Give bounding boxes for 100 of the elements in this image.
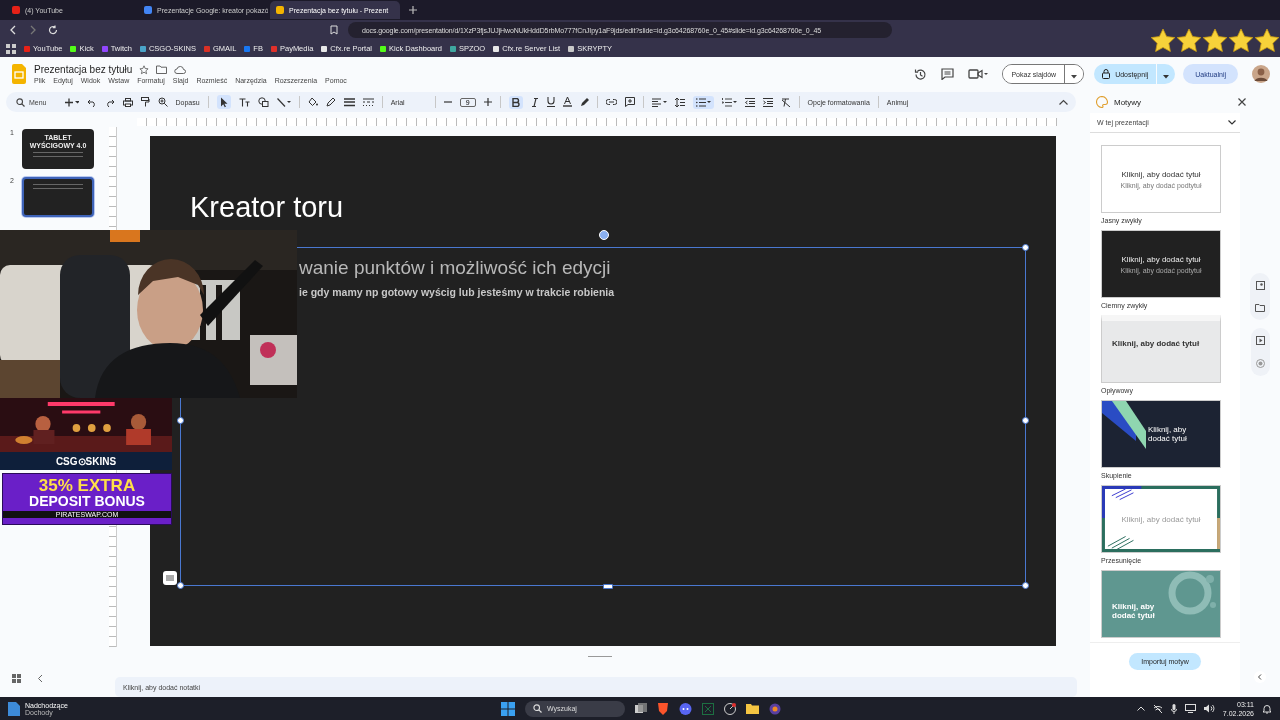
- line-icon[interactable]: [276, 97, 291, 107]
- resize-handle[interactable]: [1022, 244, 1029, 251]
- new-tab-icon[interactable]: [408, 5, 418, 15]
- folder-icon[interactable]: [746, 703, 759, 714]
- clear-formatting-icon[interactable]: [780, 97, 791, 107]
- increase-indent-icon[interactable]: [762, 97, 773, 107]
- pen-icon[interactable]: [325, 97, 336, 107]
- forward-icon[interactable]: [28, 25, 38, 35]
- border-dash-icon[interactable]: [362, 97, 374, 107]
- cloud-icon[interactable]: [174, 65, 187, 74]
- back-icon[interactable]: [8, 25, 18, 35]
- folder-icon[interactable]: [156, 65, 168, 74]
- slide-title[interactable]: Kreator toru: [180, 191, 1026, 224]
- start-icon[interactable]: [501, 701, 515, 716]
- bold-button[interactable]: [508, 95, 523, 109]
- add-comment-icon[interactable]: [624, 97, 635, 107]
- redo-icon[interactable]: [104, 97, 115, 107]
- document-title[interactable]: Prezentacja bez tytułu: [34, 64, 133, 75]
- resize-handle[interactable]: [1022, 416, 1029, 424]
- star-icon: [1176, 28, 1202, 52]
- caret-icon: [1163, 74, 1170, 79]
- theme-preview[interactable]: Kliknij, aby dodać tytuł: [1101, 315, 1221, 383]
- rotate-handle[interactable]: [599, 230, 609, 240]
- highlight-icon[interactable]: [579, 97, 589, 107]
- print-icon[interactable]: [122, 97, 133, 107]
- link-icon[interactable]: [605, 99, 617, 105]
- close-icon[interactable]: [1238, 98, 1246, 106]
- search-icon: [16, 97, 25, 107]
- border-weight-icon[interactable]: [343, 97, 355, 107]
- expand-panel-icon[interactable]: [1254, 671, 1266, 683]
- lion-browser-icon[interactable]: [657, 701, 669, 716]
- monitor-icon[interactable]: [1184, 704, 1196, 713]
- theme-preview[interactable]: Kliknij, aby dodać tytuł: [1101, 400, 1221, 468]
- record-icon[interactable]: [1255, 359, 1265, 368]
- numbered-list-icon[interactable]: [721, 97, 737, 107]
- fill-color-icon[interactable]: [307, 97, 318, 107]
- bold-icon: [511, 97, 520, 107]
- decrease-indent-icon[interactable]: [744, 97, 755, 107]
- theme-preview-title: Kliknij, aby dodać tytuł: [1121, 254, 1201, 264]
- zoom-icon[interactable]: [157, 97, 168, 107]
- spreadsheet-icon[interactable]: [702, 702, 714, 715]
- app-icon[interactable]: [769, 702, 781, 715]
- notification-bell-icon[interactable]: [1262, 703, 1272, 714]
- bookmark-icon[interactable]: [330, 25, 338, 35]
- new-slide-icon[interactable]: [64, 97, 79, 107]
- text-color-icon[interactable]: [562, 97, 572, 107]
- network-icon[interactable]: [1152, 703, 1163, 714]
- shapes-icon[interactable]: [257, 97, 269, 107]
- folder-icon[interactable]: [1255, 304, 1265, 312]
- caret-icon: [1071, 74, 1078, 79]
- resize-handle[interactable]: [603, 584, 613, 589]
- theme-preview-title: Kliknij, aby dodać tytuł: [1121, 514, 1201, 524]
- chat-icon[interactable]: [679, 702, 692, 715]
- italic-icon[interactable]: [530, 97, 539, 107]
- plus-icon[interactable]: [483, 98, 492, 106]
- stripe-decoration: [1102, 401, 1146, 449]
- select-cursor-icon[interactable]: [216, 95, 231, 109]
- star-outline-icon[interactable]: [139, 64, 150, 75]
- resize-handle[interactable]: [1022, 582, 1029, 589]
- slide-heading: wanie punktów i możliwość ich edycji: [299, 257, 612, 279]
- task-view-icon[interactable]: [635, 702, 647, 715]
- ring-decoration: [1168, 571, 1216, 615]
- theme-preview-title: Kliknij, aby dodać tytuł: [1121, 169, 1201, 179]
- reload-icon[interactable]: [48, 25, 58, 35]
- lock-icon: [1102, 69, 1111, 79]
- slide-body-text: ie gdy mamy np gotowy wyścig lub jesteśmy w trakcie robienia: [299, 286, 616, 298]
- resize-handle[interactable]: [177, 416, 184, 424]
- star-icon: [1254, 28, 1280, 52]
- speaker-icon[interactable]: [1203, 704, 1215, 713]
- collapse-icon[interactable]: [1059, 99, 1068, 105]
- star-icon: [1202, 28, 1228, 52]
- paint-format-icon[interactable]: [140, 97, 150, 107]
- ad-headline: 35% EXTRA: [38, 478, 136, 494]
- slideshow-dropdown[interactable]: [1065, 65, 1084, 83]
- history-icon[interactable]: [914, 67, 928, 81]
- text-box-icon[interactable]: [238, 97, 250, 107]
- avatar-icon[interactable]: [1252, 65, 1270, 83]
- align-icon[interactable]: [651, 97, 667, 107]
- chevron-up-icon[interactable]: [1136, 706, 1145, 711]
- gauge-icon[interactable]: [724, 702, 736, 715]
- underline-icon[interactable]: [546, 97, 555, 107]
- sponsor-name: CSG⊙SKINS: [55, 455, 117, 467]
- theme-preview-title: Kliknij, aby dodać tytuł: [1112, 602, 1156, 620]
- slide-canvas[interactable]: Kreator toru wanie punktów i możliwość ich edycji ie gdy mamy np gotowy wyścig lub jesteśmy w trakcie robienia: [150, 136, 1056, 646]
- video-camera-icon[interactable]: [968, 68, 989, 80]
- microphone-icon[interactable]: [1170, 703, 1177, 714]
- slide-thumbnail[interactable]: [22, 177, 94, 217]
- grid-view-icon[interactable]: [12, 674, 21, 683]
- share-dropdown[interactable]: [1157, 64, 1176, 84]
- document-icon[interactable]: [8, 701, 20, 716]
- apps-icon[interactable]: [6, 43, 16, 54]
- image-icon[interactable]: [1255, 281, 1265, 290]
- slide-play-icon[interactable]: [1255, 336, 1265, 345]
- collapse-filmstrip-icon[interactable]: [37, 674, 43, 683]
- minus-icon[interactable]: [443, 98, 452, 106]
- undo-icon[interactable]: [86, 97, 97, 107]
- line-spacing-icon[interactable]: [674, 97, 685, 107]
- bulleted-list-icon[interactable]: [695, 97, 711, 107]
- chevron-down-icon: [1228, 120, 1236, 125]
- comment-icon[interactable]: [941, 68, 955, 80]
